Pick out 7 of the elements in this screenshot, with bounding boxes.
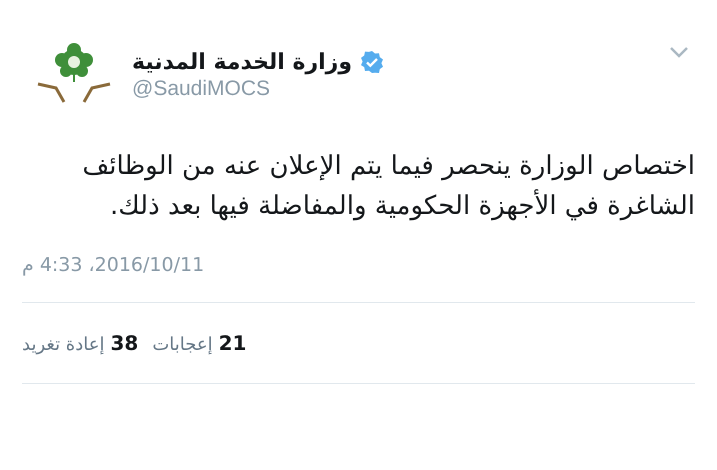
stat-label: إعجابات [152,334,213,355]
account-name[interactable]: وزارة الخدمة المدنية [132,50,352,74]
timestamp: 2016/10/11، 4:33 م [22,254,204,276]
stat-count: 21 [218,331,246,355]
stat-label: إعادة تغريد [22,334,104,355]
tweet-text: اختصاص الوزارة ينحصر فيما يتم الإعلان عنه من الوظائف الشاغرة في الأجهزة الحكومية والمفاضلة فيها بعد ذلك. [81,150,695,223]
stat-count: 38 [110,331,138,355]
